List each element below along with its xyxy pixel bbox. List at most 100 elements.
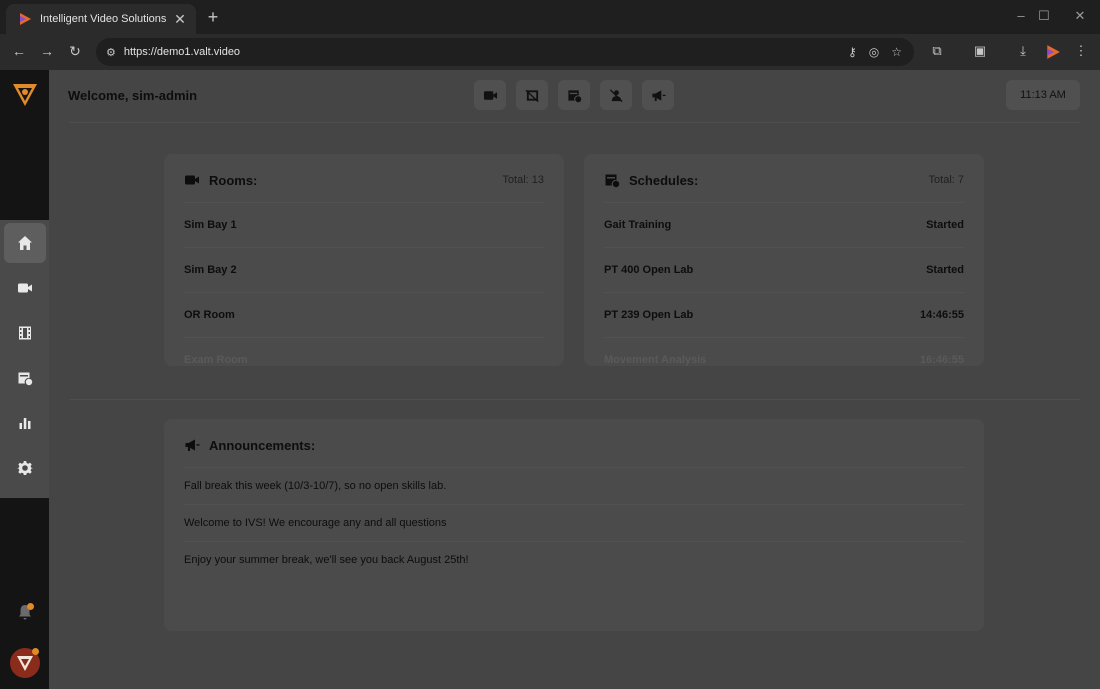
url-text[interactable]: https://demo1.valt.video: [124, 46, 848, 58]
announcement-text: Fall break this week (10/3-10/7), so no …: [184, 480, 447, 492]
schedule-row[interactable]: Gait Training Started: [604, 202, 964, 247]
announcement-item: Enjoy your summer break, we'll see you b…: [184, 541, 964, 578]
room-name: Sim Bay 1: [184, 219, 237, 231]
side-rail: [0, 70, 58, 689]
rooms-list: Sim Bay 1 Sim Bay 2 OR Room Exam Room: [184, 202, 544, 366]
download-icon[interactable]: ⤓: [1014, 43, 1032, 59]
room-row[interactable]: Sim Bay 2: [184, 247, 544, 292]
schedule-icon: [18, 372, 33, 386]
window-close-icon[interactable]: ✕: [1070, 8, 1090, 24]
room-row[interactable]: Sim Bay 1: [184, 202, 544, 247]
nav-settings[interactable]: [4, 448, 46, 488]
valt-extension-icon[interactable]: [1045, 44, 1061, 60]
room-row[interactable]: Exam Room: [184, 337, 544, 366]
schedule-icon: [605, 174, 620, 188]
forward-icon[interactable]: →: [38, 43, 56, 59]
film-icon: [19, 326, 31, 340]
schedule-status: 14:46:55: [919, 309, 964, 321]
bookmark-star-icon[interactable]: ☆: [891, 45, 902, 59]
rooms-total: Total: 13: [502, 174, 544, 186]
ivs-logo[interactable]: [11, 80, 39, 108]
room-name: Sim Bay 2: [184, 264, 237, 276]
nav-recordings[interactable]: [4, 313, 46, 353]
schedules-list: Gait Training Started PT 400 Open Lab Star…: [604, 202, 964, 366]
nav-reports[interactable]: [4, 403, 46, 443]
schedule-status: Started: [926, 219, 964, 231]
video-camera-icon: [483, 90, 497, 100]
room-name: Exam Room: [184, 354, 248, 366]
eye-off-icon[interactable]: ◎: [869, 45, 879, 59]
user-logo-icon: [17, 656, 33, 671]
schedules-card-header: Schedules: Total: 7: [604, 172, 964, 188]
clock: 11:13 AM: [1006, 80, 1080, 110]
schedule-row[interactable]: PT 239 Open Lab 14:46:55: [604, 292, 964, 337]
browser-menu-icon[interactable]: ⋮: [1072, 43, 1090, 59]
site-info-icon[interactable]: ⚙: [106, 46, 116, 59]
tab-title: Intelligent Video Solutions: [40, 13, 167, 25]
room-row[interactable]: OR Room: [184, 292, 544, 337]
schedule-name: PT 239 Open Lab: [604, 309, 694, 321]
tab-search-icon[interactable]: ▣: [971, 43, 989, 59]
megaphone-icon: [651, 89, 666, 101]
nav-home[interactable]: [4, 223, 46, 263]
rooms-title: Rooms:: [209, 172, 258, 188]
quick-users-off-button[interactable]: [600, 80, 632, 110]
extensions-icon[interactable]: ⧉: [928, 43, 946, 59]
nav-schedules[interactable]: [4, 358, 46, 398]
schedule-status: 16:46:55: [919, 354, 964, 366]
schedules-card: Schedules: Total: 7 Gait Training Started…: [584, 154, 984, 366]
announcement-item: Fall break this week (10/3-10/7), so no …: [184, 467, 964, 504]
app-root: Welcome, sim-admin 11:13 AM Rooms: Total…: [0, 70, 1100, 689]
section-divider: [69, 399, 1080, 400]
browser-tab[interactable]: Intelligent Video Solutions ✕: [6, 4, 196, 34]
reload-icon[interactable]: ↻: [66, 43, 84, 60]
schedule-name: PT 400 Open Lab: [604, 264, 694, 276]
schedule-status: Started: [926, 264, 964, 276]
back-icon[interactable]: ←: [10, 43, 28, 59]
announcement-text: Welcome to IVS! We encourage any and all…: [184, 517, 447, 529]
announcements-card-header: Announcements:: [184, 437, 964, 453]
user-off-icon: [609, 88, 623, 102]
rooms-card: Rooms: Total: 13 Sim Bay 1 Sim Bay 2 OR …: [164, 154, 564, 366]
schedule-name: Movement Analysis: [604, 354, 707, 366]
schedules-total: Total: 7: [928, 174, 964, 186]
notifications-bell[interactable]: [15, 602, 35, 622]
schedule-row[interactable]: Movement Analysis 16:46:55: [604, 337, 964, 366]
schedules-title: Schedules:: [629, 172, 699, 188]
maximize-icon[interactable]: ☐: [1034, 8, 1054, 24]
announcements-list: Fall break this week (10/3-10/7), so no …: [184, 467, 964, 578]
rooms-card-header: Rooms: Total: 13: [184, 172, 544, 188]
schedule-name: Gait Training: [604, 219, 672, 231]
avatar[interactable]: [10, 648, 40, 678]
browser-tab-strip: Intelligent Video Solutions ✕ + – ☐ ✕: [0, 0, 1100, 34]
home-icon: [18, 236, 32, 250]
quick-video-off-button[interactable]: [516, 80, 548, 110]
welcome-title: Welcome, sim-admin: [68, 88, 198, 103]
notification-dot: [27, 603, 34, 610]
quick-schedules-button[interactable]: [558, 80, 590, 110]
avatar-status-dot: [32, 648, 39, 655]
omnibox[interactable]: ⚙ https://demo1.valt.video ⚷ ◎ ☆: [96, 38, 914, 66]
video-camera-icon: [18, 283, 32, 293]
new-tab-icon[interactable]: +: [203, 7, 223, 28]
video-camera-icon: [185, 175, 199, 185]
tab-close-icon[interactable]: ✕: [172, 11, 188, 28]
nav-rooms[interactable]: [4, 268, 46, 308]
quick-rooms-button[interactable]: [474, 80, 506, 110]
minimize-icon[interactable]: –: [1011, 8, 1031, 23]
megaphone-icon: [185, 439, 200, 451]
valt-favicon-icon: [20, 13, 31, 25]
announcements-card: Announcements: Fall break this week (10/…: [164, 419, 984, 631]
announcement-text: Enjoy your summer break, we'll see you b…: [184, 554, 469, 566]
announcements-title: Announcements:: [209, 437, 316, 453]
bar-chart-icon: [19, 418, 31, 429]
address-bar-row: ← → ↻ ⚙ https://demo1.valt.video ⚷ ◎ ☆ ⧉…: [0, 34, 1100, 70]
schedule-icon: [567, 89, 581, 102]
gear-icon: [17, 461, 33, 475]
schedule-row[interactable]: PT 400 Open Lab Started: [604, 247, 964, 292]
main-content: Welcome, sim-admin 11:13 AM Rooms: Total…: [49, 70, 1100, 689]
key-icon[interactable]: ⚷: [848, 45, 857, 59]
video-off-icon: [524, 89, 539, 102]
quick-announcements-button[interactable]: [642, 80, 674, 110]
announcement-item: Welcome to IVS! We encourage any and all…: [184, 504, 964, 541]
